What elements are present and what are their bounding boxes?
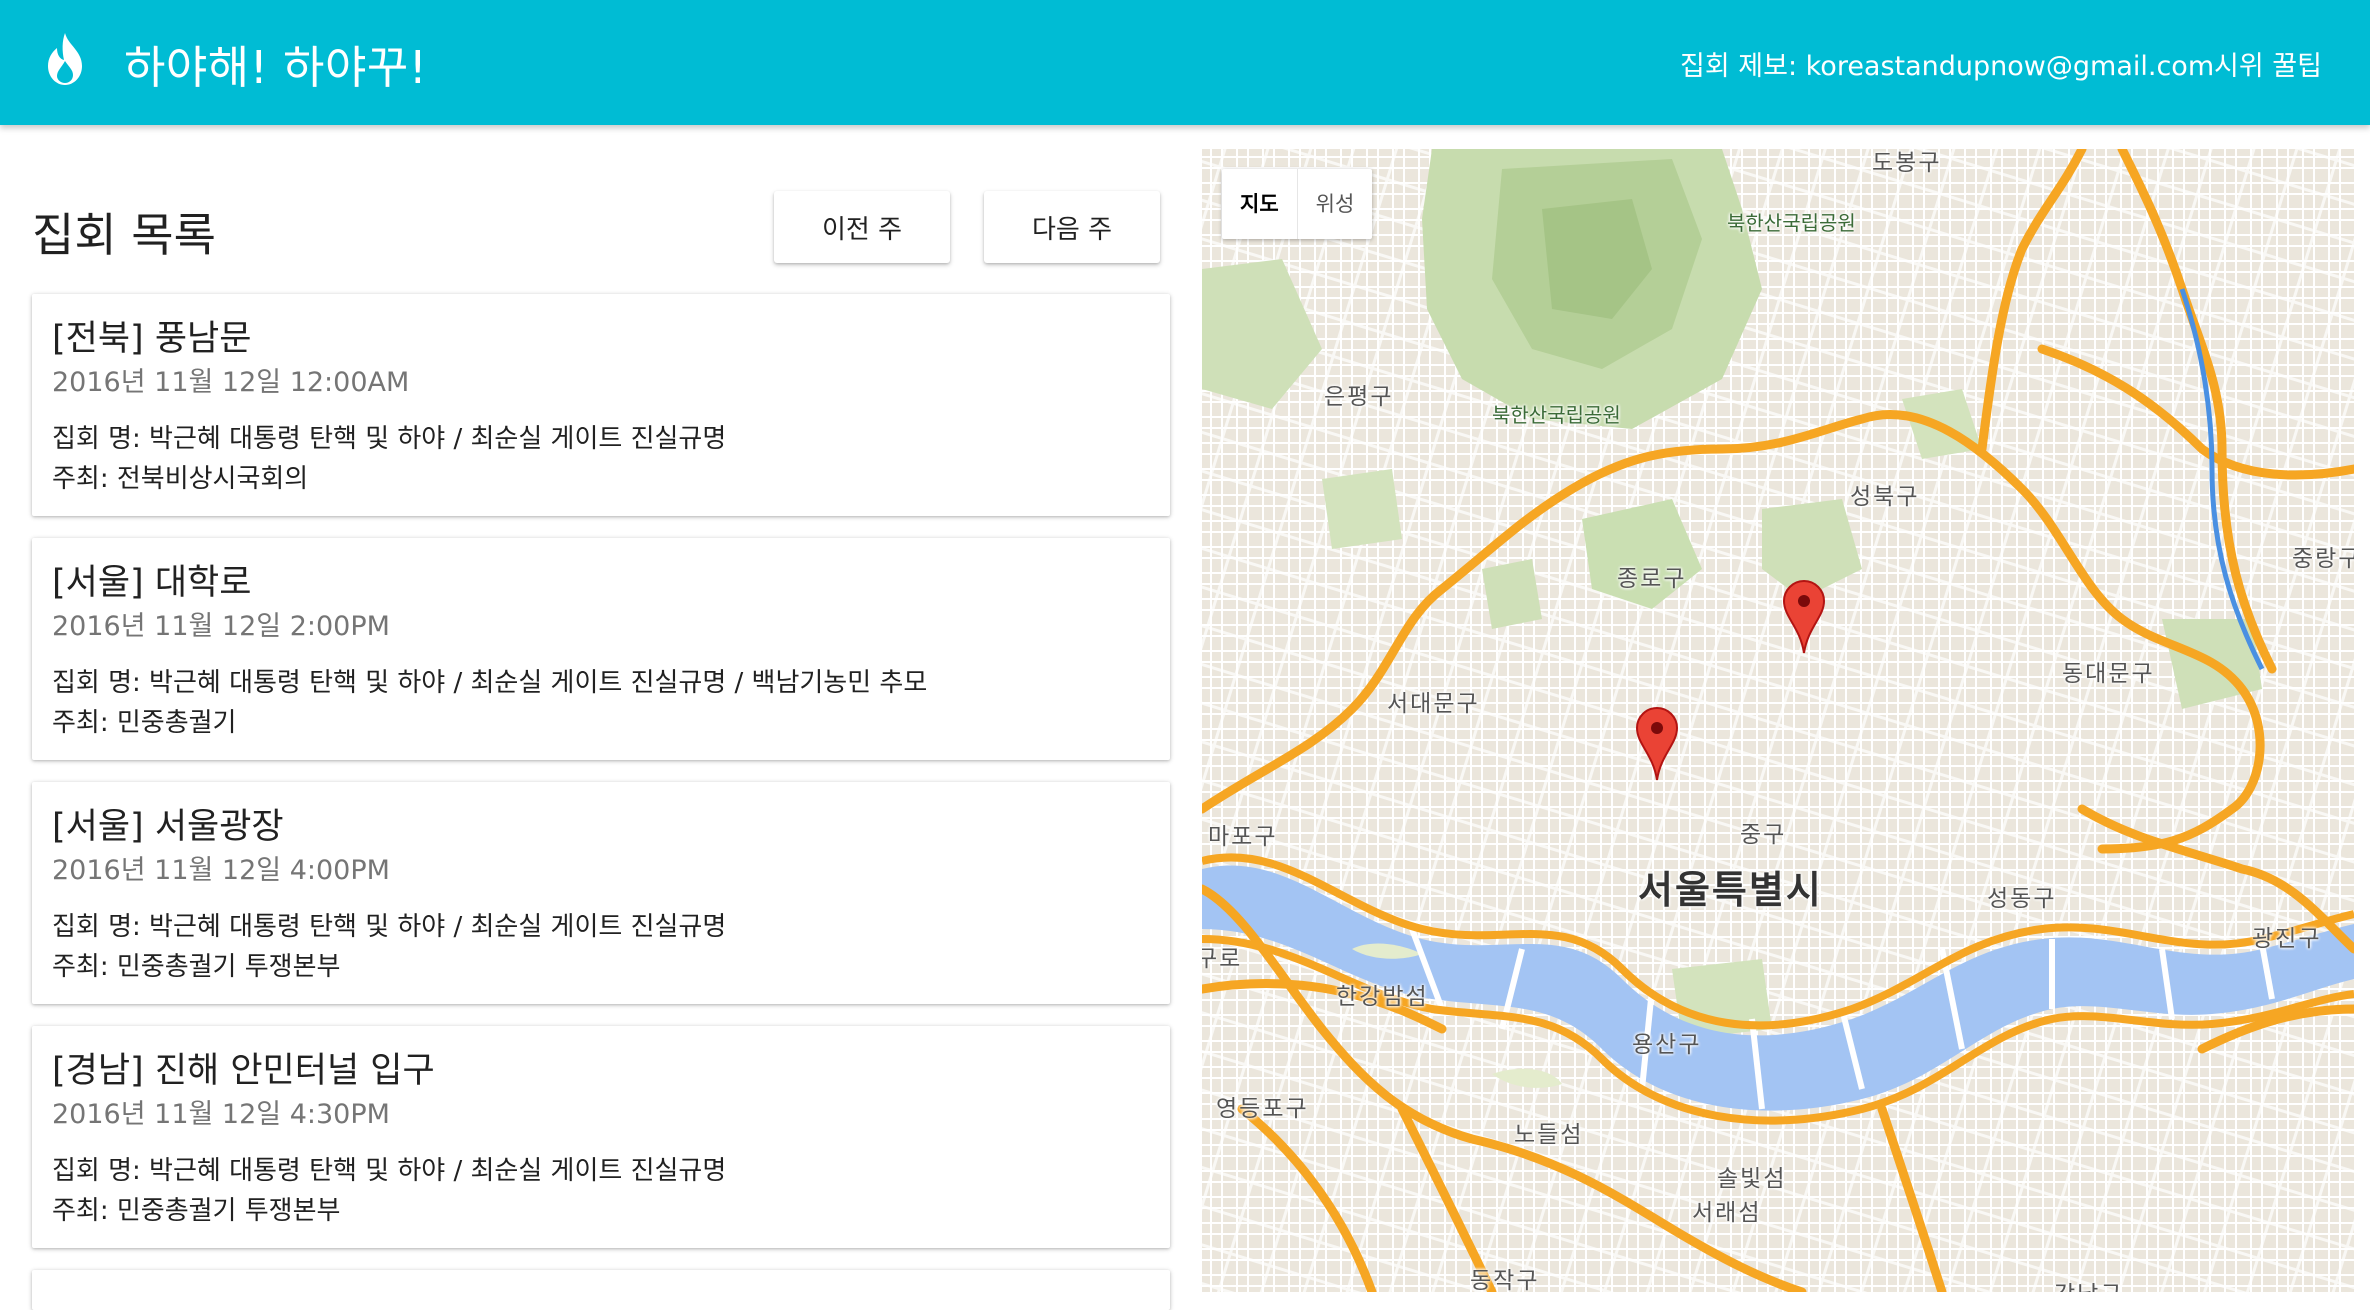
protest-tips-link[interactable]: 시위 꿀팁 (2214, 44, 2322, 83)
page-title: 집회 목록 (32, 208, 216, 262)
event-name: 집회 명: 박근혜 대통령 탄핵 및 하야 / 최순실 게이트 진실규명 / 백… (52, 668, 928, 698)
map-view[interactable]: 지도 위성 북한산국립공원 북한산국립공원 도봉구 은평구 성북구 종로구 서대… (1202, 149, 2354, 1292)
event-card[interactable]: [서울] 대학로 2016년 11월 12일 2:00PM 집회 명: 박근혜 … (32, 538, 1170, 760)
event-date: 2016년 11월 12일 4:00PM (52, 855, 390, 886)
map-label-district: 성동구 (1987, 886, 2057, 912)
map-label-district: 광진구 (2252, 926, 2322, 952)
map-marker-pin-icon[interactable] (1635, 706, 1679, 782)
map-label-district: 용산구 (1632, 1032, 1702, 1058)
map-marker-pin-icon[interactable] (1782, 579, 1826, 655)
event-host: 주최: 민중총궐기 투쟁본부 (52, 1196, 341, 1226)
map-city-label: 서울특별시 (1638, 868, 1823, 912)
report-contact: 집회 제보: koreastandupnow@gmail.com (1680, 51, 2215, 82)
previous-week-button[interactable]: 이전 주 (774, 191, 950, 263)
event-date: 2016년 11월 12일 12:00AM (52, 367, 410, 398)
event-title: [경남] 진해 안민터널 입구 (52, 1051, 435, 1091)
map-label-place: 서래섬 (1692, 1200, 1762, 1226)
event-card[interactable]: [경남] 진해 안민터널 입구 2016년 11월 12일 4:30PM 집회 … (32, 1026, 1170, 1248)
event-title: [전북] 풍남문 (52, 319, 252, 359)
next-week-button[interactable]: 다음 주 (984, 191, 1160, 263)
event-card[interactable]: [전북] 풍남문 2016년 11월 12일 12:00AM 집회 명: 박근혜… (32, 294, 1170, 516)
map-label-park: 북한산국립공원 (1492, 403, 1621, 427)
event-host: 주최: 민중총궐기 투쟁본부 (52, 952, 341, 982)
event-name: 집회 명: 박근혜 대통령 탄핵 및 하야 / 최순실 게이트 진실규명 (52, 912, 727, 942)
map-label-district: 구로 (1202, 946, 1243, 972)
event-name: 집회 명: 박근혜 대통령 탄핵 및 하야 / 최순실 게이트 진실규명 (52, 1156, 727, 1186)
map-canvas[interactable] (1202, 149, 2354, 1292)
map-label-district: 중구 (1740, 822, 1787, 848)
map-label-district: 서대문구 (1387, 691, 1480, 717)
flame-icon (48, 33, 82, 85)
map-label-district: 동대문구 (2062, 661, 2155, 687)
app-title[interactable]: 하야해! 하야꾸! (124, 31, 427, 96)
map-label-district: 은평구 (1324, 384, 1394, 410)
app-bar: 하야해! 하야꾸! 집회 제보: koreastandupnow@gmail.c… (0, 0, 2370, 125)
map-label-park: 북한산국립공원 (1727, 211, 1856, 235)
map-label-district: 종로구 (1617, 566, 1687, 592)
event-card[interactable] (32, 1270, 1170, 1310)
map-label-place: 솔빛섬 (1717, 1166, 1787, 1192)
event-title: [서울] 서울광장 (52, 807, 284, 847)
map-label-district: 강남구 (2054, 1275, 2123, 1292)
map-label-district: 마포구 (1208, 824, 1278, 850)
map-label-district: 중랑구 (2292, 546, 2354, 572)
map-type-control: 지도 위성 (1222, 169, 1373, 239)
map-label-place: 한강밤섬 (1336, 984, 1429, 1010)
map-label-district: 도봉구 (1872, 150, 1942, 176)
event-card[interactable]: [서울] 서울광장 2016년 11월 12일 4:00PM 집회 명: 박근혜… (32, 782, 1170, 1004)
event-name: 집회 명: 박근혜 대통령 탄핵 및 하야 / 최순실 게이트 진실규명 (52, 424, 727, 454)
map-type-map-button[interactable]: 지도 (1222, 169, 1297, 239)
event-host: 주최: 전북비상시국회의 (52, 464, 309, 494)
event-title: [서울] 대학로 (52, 563, 252, 603)
event-date: 2016년 11월 12일 4:30PM (52, 1099, 390, 1130)
map-label-place: 노들섬 (1514, 1122, 1584, 1148)
map-label-district: 성북구 (1850, 484, 1920, 510)
map-label-district: 동작구 (1470, 1268, 1540, 1292)
map-type-satellite-button[interactable]: 위성 (1296, 169, 1373, 239)
event-host: 주최: 민중총궐기 (52, 708, 237, 738)
event-date: 2016년 11월 12일 2:00PM (52, 611, 390, 642)
map-label-district: 영등포구 (1216, 1096, 1309, 1122)
